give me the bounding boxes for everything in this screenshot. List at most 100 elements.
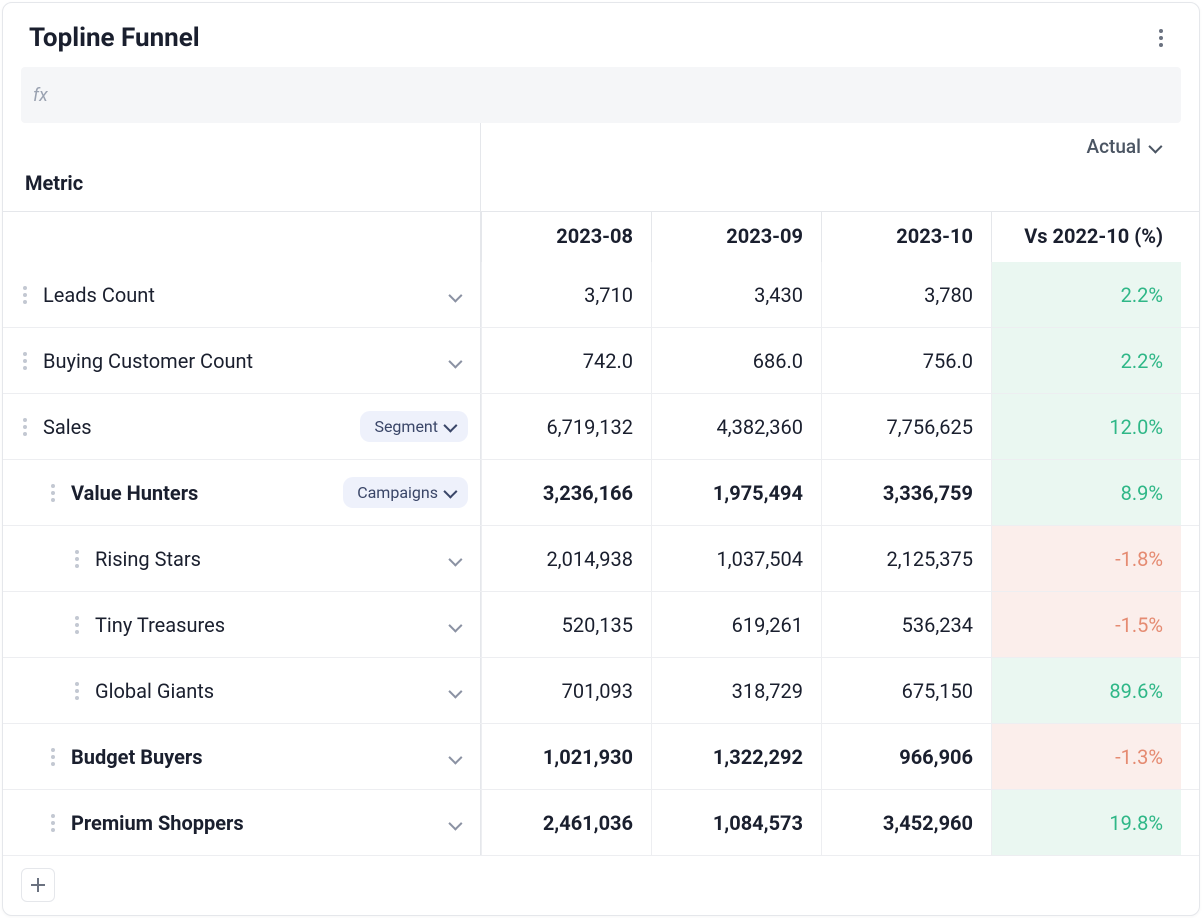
segment-pill[interactable]: Segment [360,411,468,442]
value-cell[interactable]: 2,014,938 [481,526,651,591]
metric-cell-leads[interactable]: Leads Count [3,262,481,327]
table-header-periods: 2023-08 2023-09 2023-10 Vs 2022-10 (%) [3,212,1199,262]
metric-label: Rising Stars [93,547,436,571]
drag-handle-icon[interactable] [43,748,63,766]
expand-toggle[interactable] [442,679,466,703]
drag-handle-icon[interactable] [67,616,87,634]
comparison-cell[interactable]: 19.8% [991,790,1181,855]
value-cell[interactable]: 619,261 [651,592,821,657]
value-cell[interactable]: 3,780 [821,262,991,327]
value-cell[interactable]: 6,719,132 [481,394,651,459]
formula-bar[interactable]: fx [21,67,1181,123]
value-cell[interactable]: 2,125,375 [821,526,991,591]
value-cell[interactable]: 966,906 [821,724,991,789]
metric-column-header: Metric [3,123,481,211]
metric-cell-tiny-treasures[interactable]: Tiny Treasures [3,592,481,657]
value-cell[interactable]: 1,322,292 [651,724,821,789]
expand-toggle[interactable] [442,547,466,571]
value-cell[interactable]: 742.0 [481,328,651,393]
comparison-col[interactable]: Vs 2022-10 (%) [991,212,1181,262]
chevron-down-icon [1149,135,1159,158]
value-cell[interactable]: 1,084,573 [651,790,821,855]
table-row: Leads Count 3,7103,4303,7802.2% [3,262,1199,328]
comparison-cell[interactable]: -1.8% [991,526,1181,591]
card-footer [3,856,1199,914]
comparison-cell[interactable]: -1.3% [991,724,1181,789]
drag-handle-icon[interactable] [67,550,87,568]
value-cell[interactable]: 3,336,759 [821,460,991,525]
metric-label: Buying Customer Count [41,349,436,373]
actual-scenario-selector[interactable]: Actual [481,123,1181,162]
metric-label: Premium Shoppers [69,811,436,835]
drag-handle-icon[interactable] [43,814,63,832]
comparison-cell[interactable]: -1.5% [991,592,1181,657]
chevron-down-icon [449,811,459,835]
drag-handle-icon[interactable] [67,682,87,700]
value-cell[interactable]: 1,975,494 [651,460,821,525]
formula-bar-label: fx [33,85,48,106]
value-cell[interactable]: 756.0 [821,328,991,393]
value-cell[interactable]: 318,729 [651,658,821,723]
value-cell[interactable]: 675,150 [821,658,991,723]
chevron-down-icon [444,417,454,436]
period-col-3[interactable]: 2023-10 [821,212,991,262]
metric-cell-global-giants[interactable]: Global Giants [3,658,481,723]
add-row-button[interactable] [21,868,55,902]
value-cell[interactable]: 1,021,930 [481,724,651,789]
drag-handle-icon[interactable] [43,484,63,502]
value-cell[interactable]: 520,135 [481,592,651,657]
value-cell[interactable]: 1,037,504 [651,526,821,591]
table-row: Tiny Treasures 520,135619,261536,234-1.5% [3,592,1199,658]
value-cell[interactable]: 3,236,166 [481,460,651,525]
drag-handle-icon[interactable] [15,286,35,304]
metric-label: Tiny Treasures [93,613,436,637]
chevron-down-icon [449,679,459,703]
report-title: Topline Funnel [29,23,200,53]
value-cell[interactable]: 2,461,036 [481,790,651,855]
metric-cell-premium-shoppers[interactable]: Premium Shoppers [3,790,481,855]
chevron-down-icon [449,283,459,307]
table-row: Budget Buyers1,021,9301,322,292966,906-1… [3,724,1199,790]
drag-handle-icon[interactable] [15,418,35,436]
campaigns-pill[interactable]: Campaigns [343,477,468,508]
period-col-1[interactable]: 2023-08 [481,212,651,262]
metric-label: Value Hunters [69,481,337,505]
table-row: Value HuntersCampaigns3,236,1661,975,494… [3,460,1199,526]
drag-handle-icon[interactable] [15,352,35,370]
value-cell[interactable]: 686.0 [651,328,821,393]
comparison-cell[interactable]: 12.0% [991,394,1181,459]
comparison-cell[interactable]: 8.9% [991,460,1181,525]
table-header: Metric Actual [3,123,1199,212]
scenario-label: Actual [1087,135,1142,158]
metric-cell-rising-stars[interactable]: Rising Stars [3,526,481,591]
comparison-cell[interactable]: 89.6% [991,658,1181,723]
pill-label: Segment [374,417,438,436]
expand-toggle[interactable] [442,745,466,769]
expand-toggle[interactable] [442,283,466,307]
value-cell[interactable]: 7,756,625 [821,394,991,459]
table-body: Leads Count 3,7103,4303,7802.2% Buying Cus… [3,262,1199,856]
expand-toggle[interactable] [442,349,466,373]
metric-cell-budget-buyers[interactable]: Budget Buyers [3,724,481,789]
metric-label: Sales [41,415,354,439]
metric-label: Leads Count [41,283,436,307]
value-cell[interactable]: 3,452,960 [821,790,991,855]
metric-cell-value-hunters[interactable]: Value HuntersCampaigns [3,460,481,525]
period-col-2[interactable]: 2023-09 [651,212,821,262]
comparison-cell[interactable]: 2.2% [991,262,1181,327]
report-card: Topline Funnel fx Metric Actual 2023-08 … [2,2,1200,916]
value-cell[interactable]: 4,382,360 [651,394,821,459]
value-cell[interactable]: 701,093 [481,658,651,723]
expand-toggle[interactable] [442,613,466,637]
card-header: Topline Funnel [3,3,1199,67]
expand-toggle[interactable] [442,811,466,835]
metric-cell-sales[interactable]: Sales Segment [3,394,481,459]
card-menu-button[interactable] [1149,26,1173,50]
metric-label: Global Giants [93,679,436,703]
value-cell[interactable]: 3,710 [481,262,651,327]
value-cell[interactable]: 3,430 [651,262,821,327]
plus-icon [31,878,45,892]
comparison-cell[interactable]: 2.2% [991,328,1181,393]
metric-cell-buying-customers[interactable]: Buying Customer Count [3,328,481,393]
value-cell[interactable]: 536,234 [821,592,991,657]
